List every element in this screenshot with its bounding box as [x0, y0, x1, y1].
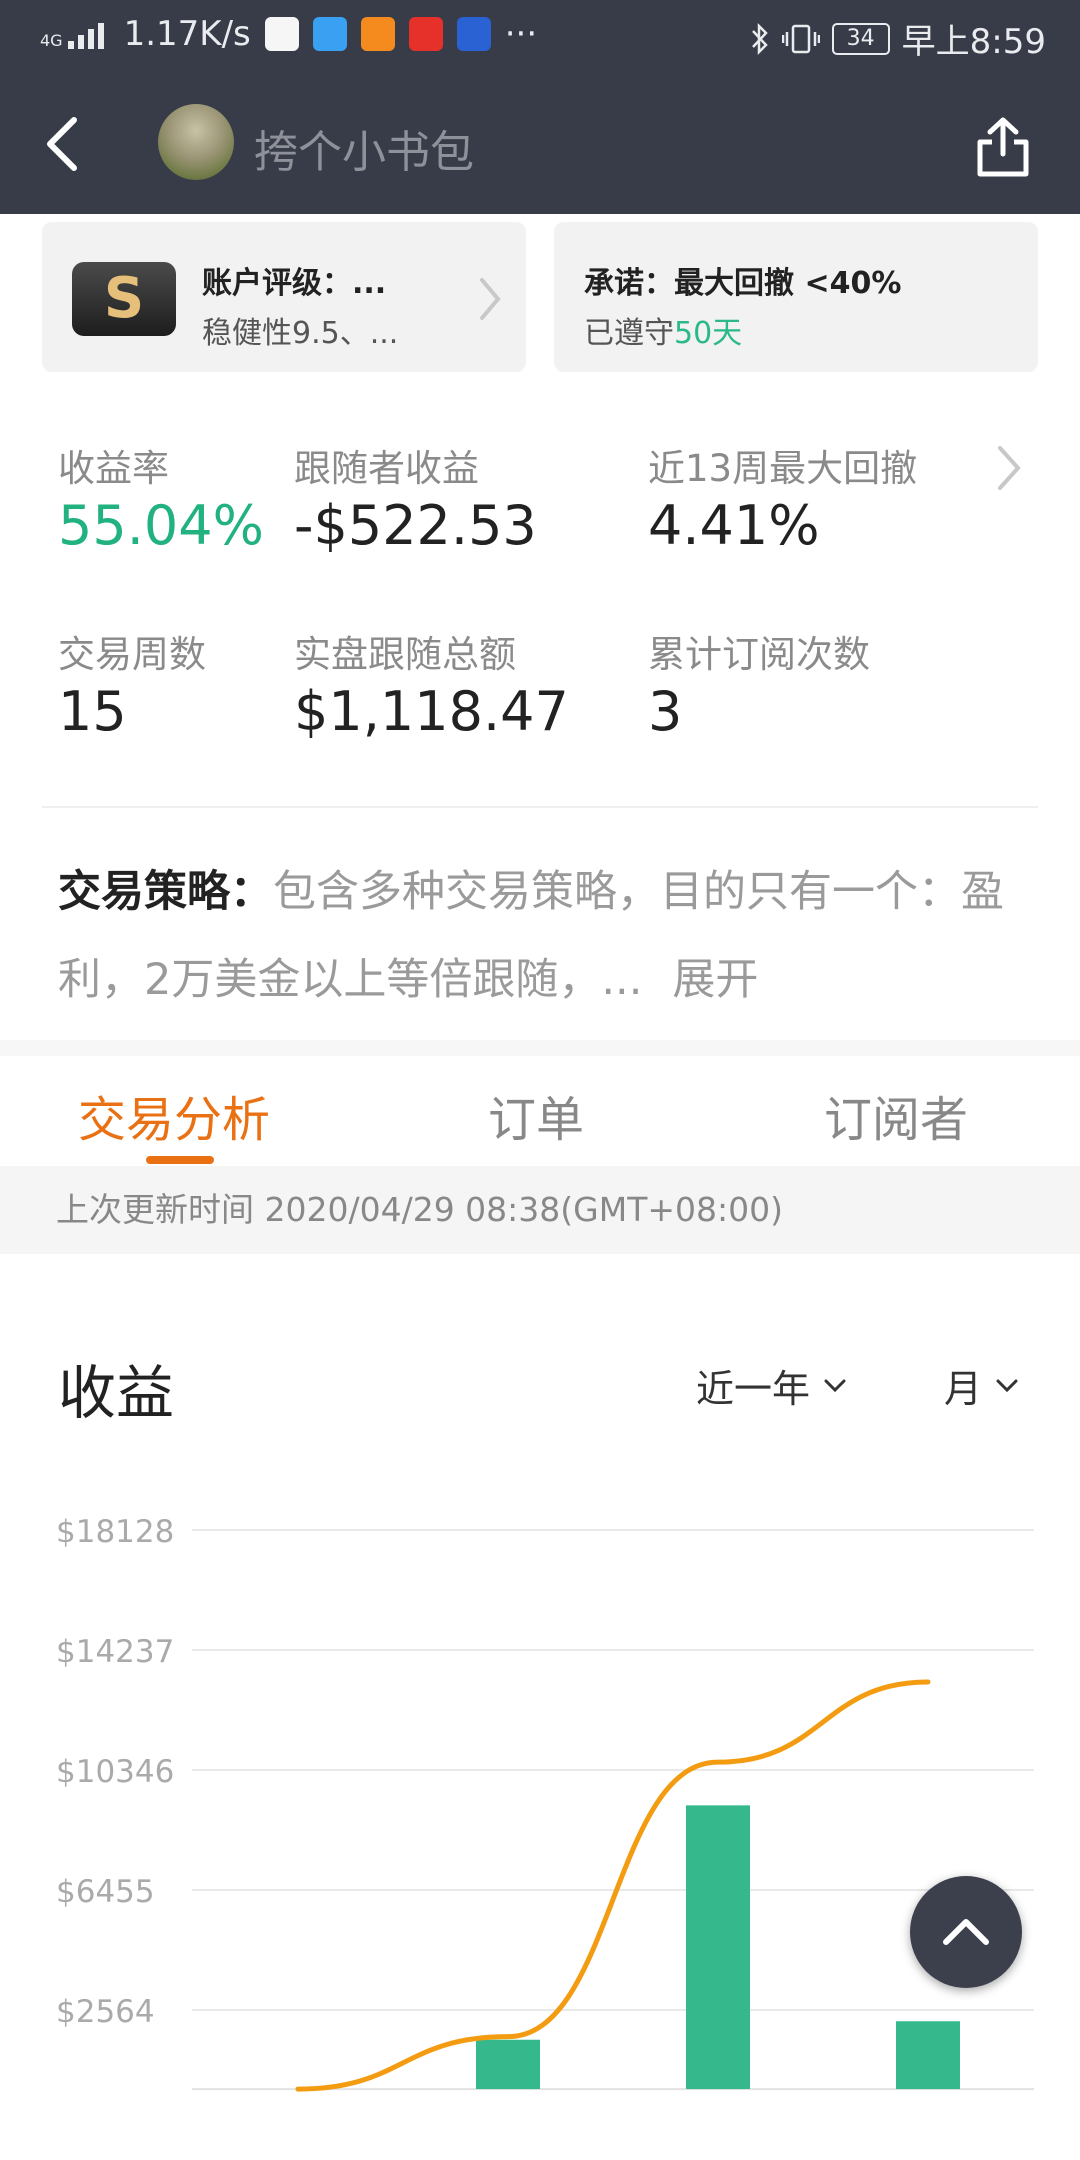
signal-icon: 4G [40, 19, 110, 49]
granularity-dropdown[interactable]: 月 [944, 1358, 1018, 1413]
profile-name: 挎个小书包 [254, 127, 474, 178]
y-tick-label: $2564 [56, 1994, 155, 2030]
expand-link[interactable]: 展开 [672, 955, 758, 1005]
return-rate-value: 55.04% [58, 494, 264, 557]
y-tick-label: $10346 [56, 1754, 174, 1790]
tab-orders[interactable]: 订单 [488, 1080, 584, 1150]
strategy-title: 交易策略： [58, 867, 273, 917]
cumulative-profit-line [295, 1679, 931, 2092]
live-follow-value: $1,118.47 [294, 680, 569, 743]
promise-subtitle-prefix: 已遵守 [584, 316, 674, 351]
status-bar: 4G 1.17K/s ··· 34 早上8:59 [0, 0, 1080, 72]
trading-weeks-label: 交易周数 [58, 633, 206, 676]
section-separator [0, 1040, 1080, 1056]
bluetooth-icon [751, 22, 768, 55]
last-update-banner: 上次更新时间 2020/04/29 08:38(GMT+08:00) [0, 1166, 1080, 1254]
app-header: 挎个小书包 [0, 72, 1080, 214]
avatar[interactable] [158, 104, 234, 180]
uc-browser-icon [360, 17, 395, 51]
rating-title: 账户评级：... [202, 266, 387, 301]
period-dropdown[interactable]: 近一年 [696, 1358, 846, 1413]
video-app-icon [264, 17, 299, 51]
drawdown-promise-card: 承诺：最大回撤 <40% 已遵守50天 [554, 222, 1038, 372]
follower-profit-value: -$522.53 [294, 494, 537, 557]
browser-app-icon [312, 17, 347, 51]
granularity-value: 月 [944, 1367, 983, 1411]
account-rating-card[interactable]: S 账户评级：... 稳健性9.5、... [42, 222, 526, 372]
max-drawdown-value: 4.41% [648, 494, 820, 557]
bar[interactable] [686, 1805, 750, 2090]
profit-chart: $18128 $14237 $10346 $6455 $2564 [56, 1514, 1034, 2092]
y-tick-label: $14237 [56, 1634, 174, 1670]
bar[interactable] [476, 2039, 540, 2090]
y-tick-label: $6455 [56, 1874, 155, 1910]
period-value: 近一年 [696, 1367, 811, 1411]
clock: 早上8:59 [901, 22, 1046, 62]
promise-title: 承诺：最大回撤 <40% [584, 266, 902, 301]
promise-subtitle: 已遵守50天 [584, 308, 742, 352]
network-speed: 1.17K/s [123, 14, 251, 54]
share-button[interactable] [974, 116, 1032, 178]
tab-bar: 交易分析 订单 订阅者 [0, 1056, 1080, 1166]
vibrate-icon [781, 24, 820, 53]
max-drawdown-label: 近13周最大回撤 [648, 447, 918, 490]
bar[interactable] [896, 2021, 960, 2090]
chevron-left-icon [47, 117, 77, 171]
stats-more-chevron-icon[interactable] [994, 442, 1024, 494]
more-notifications: ··· [504, 14, 538, 54]
last-update-text: 上次更新时间 2020/04/29 08:38(GMT+08:00) [56, 1190, 783, 1229]
trading-weeks-value: 15 [58, 680, 127, 743]
chart-title: 收益 [58, 1359, 175, 1427]
promise-days: 50天 [674, 316, 743, 351]
autohome-app-icon [456, 17, 491, 51]
rating-subtitle: 稳健性9.5、... [202, 316, 399, 351]
divider [42, 806, 1038, 808]
tab-subscribers[interactable]: 订阅者 [824, 1080, 968, 1150]
live-follow-label: 实盘跟随总额 [294, 633, 516, 676]
kuaibao-app-icon [408, 17, 443, 51]
battery-indicator: 34 [831, 22, 890, 55]
strategy-text: 交易策略：包含多种交易策略，目的只有一个：盈利，2万美金以上等倍跟随，... 展开 [58, 848, 1018, 1024]
active-tab-indicator [146, 1156, 214, 1164]
chevron-down-icon [996, 1379, 1018, 1392]
subscriptions-value: 3 [648, 680, 683, 743]
follower-profit-label: 跟随者收益 [294, 447, 479, 490]
y-tick-label: $18128 [56, 1514, 174, 1550]
network-label: 4G [40, 31, 63, 50]
back-button[interactable] [38, 112, 94, 176]
chevron-down-icon [824, 1379, 846, 1392]
chevron-up-icon [943, 1919, 989, 1945]
rating-badge: S [72, 262, 176, 336]
subscriptions-label: 累计订阅次数 [648, 633, 870, 676]
scroll-top-button[interactable] [910, 1876, 1022, 1988]
share-icon [977, 117, 1029, 177]
return-rate-label: 收益率 [58, 447, 169, 490]
tab-trading-analysis[interactable]: 交易分析 [78, 1080, 270, 1150]
chevron-right-icon [480, 278, 501, 320]
